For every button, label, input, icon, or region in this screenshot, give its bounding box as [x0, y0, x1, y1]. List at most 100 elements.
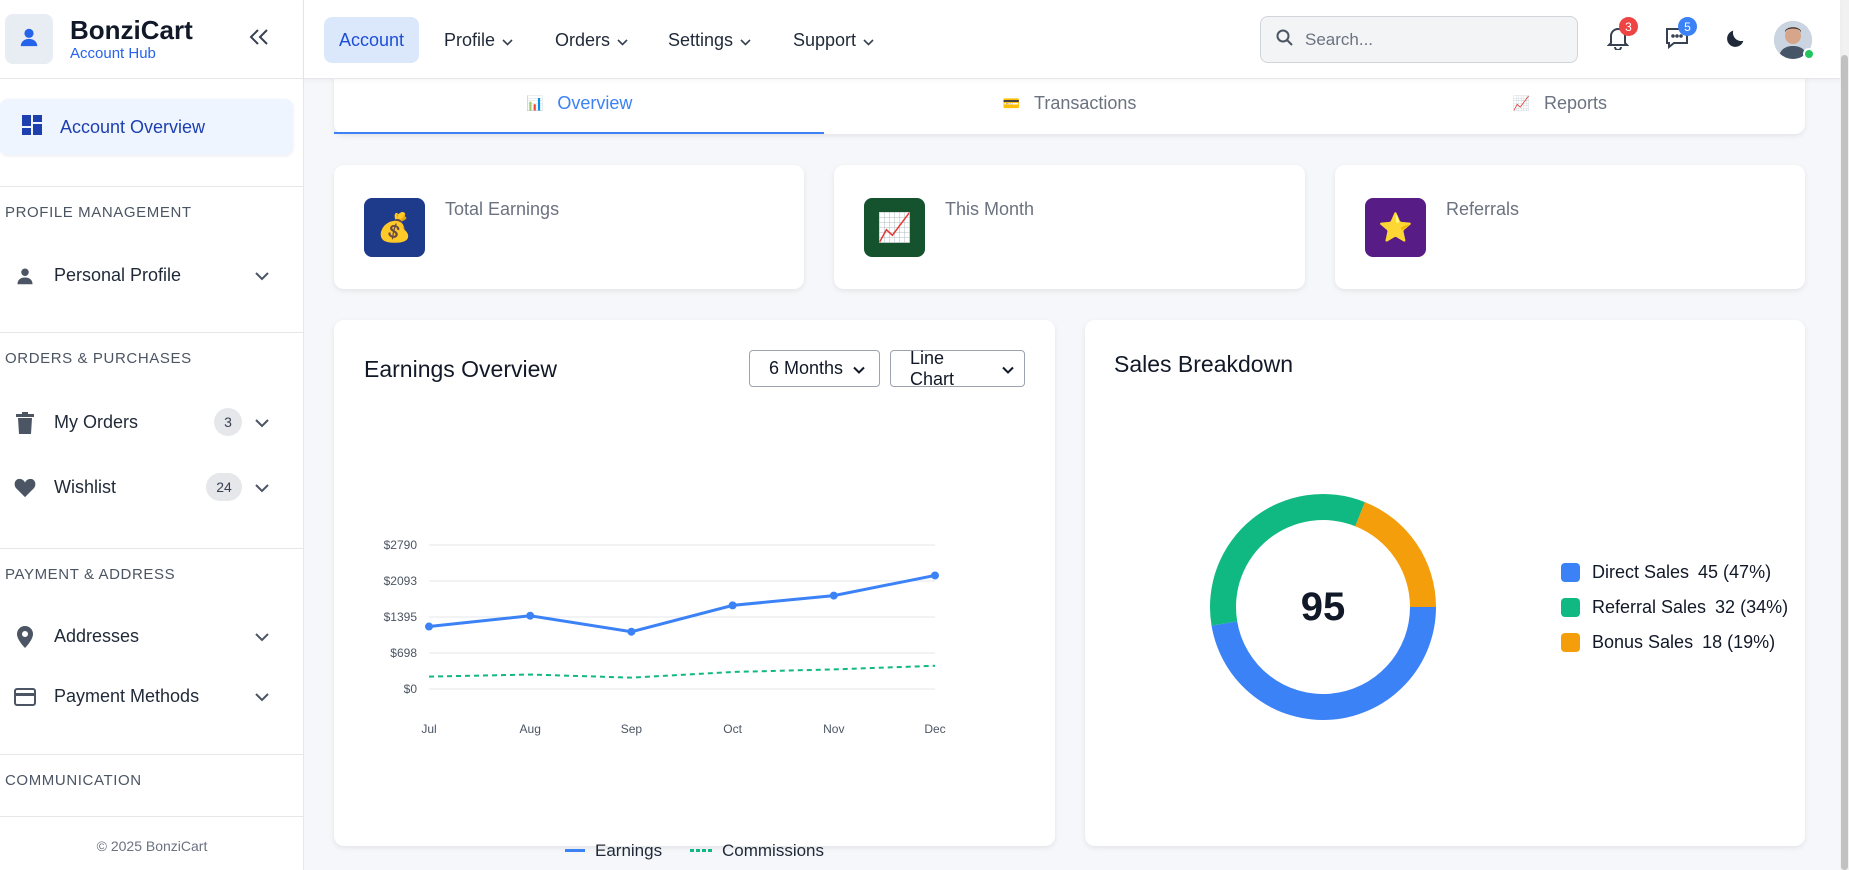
tab-transactions[interactable]: 💳 Transactions	[824, 73, 1314, 134]
bar-chart-icon: 📊	[525, 95, 544, 111]
legend-item-commissions[interactable]: Commissions	[690, 841, 824, 861]
data-point	[526, 611, 535, 620]
chevron-down-icon	[255, 629, 269, 647]
divider	[0, 332, 304, 333]
double-chevron-left-icon	[248, 27, 270, 52]
dark-mode-toggle[interactable]	[1718, 22, 1754, 58]
dashboard-icon	[22, 114, 42, 140]
chevron-down-icon	[255, 689, 269, 707]
donut-legend-bonus[interactable]: Bonus Sales 18 (19%)	[1561, 632, 1775, 653]
count-badge: 24	[206, 473, 242, 501]
stat-label: Total Earnings	[445, 199, 560, 219]
legend-label: Earnings	[595, 841, 663, 860]
divider	[0, 754, 304, 755]
count-badge: 3	[214, 408, 242, 436]
series-line-earnings	[428, 573, 936, 634]
heart-icon	[14, 477, 36, 499]
credit-card-icon: 💳	[1002, 95, 1021, 111]
online-status-dot	[1803, 48, 1815, 60]
legend-value: 32 (34%)	[1715, 597, 1789, 617]
data-point	[728, 601, 737, 610]
sidebar-item-label: Payment Methods	[54, 685, 200, 706]
tab-label: Transactions	[1034, 93, 1137, 113]
notifications-button[interactable]: 3	[1600, 17, 1638, 58]
trend-chart-icon: 📈	[1512, 95, 1531, 111]
divider	[0, 548, 304, 549]
menu-label: Settings	[668, 29, 734, 50]
sidebar: BonziCart Account Hub Account Overview P…	[0, 0, 304, 870]
trend-chart-icon: 📈	[864, 198, 925, 257]
chevron-down-icon	[255, 268, 269, 286]
donut-legend-referral[interactable]: Referral Sales 32 (34%)	[1561, 597, 1788, 618]
section-title-profile: PROFILE MANAGEMENT	[5, 204, 192, 221]
sidebar-item-addresses[interactable]: Addresses	[0, 616, 304, 656]
legend-label: Referral Sales	[1592, 597, 1707, 617]
legend-value: 18 (19%)	[1702, 632, 1776, 652]
legend-swatch	[1561, 633, 1580, 652]
chart-type-select[interactable]: Line Chart	[890, 348, 1025, 389]
sidebar-item-personal-profile[interactable]: Personal Profile	[0, 255, 304, 295]
messages-button[interactable]: 5	[1659, 17, 1697, 58]
notifications-count-badge: 3	[1619, 17, 1638, 36]
sidebar-item-account-overview[interactable]: Account Overview	[0, 99, 293, 155]
menu-account[interactable]: Account	[324, 17, 420, 63]
sidebar-item-label: Wishlist	[54, 476, 116, 497]
sidebar-item-wishlist[interactable]: Wishlist 24	[0, 467, 304, 507]
user-icon	[18, 26, 40, 53]
stat-card-this-month: 📈 This Month	[834, 165, 1305, 289]
y-tick-label: $2790	[384, 538, 418, 552]
sidebar-item-label: Account Overview	[60, 116, 206, 137]
brand-header: BonziCart Account Hub	[0, 0, 303, 79]
search-input[interactable]	[1305, 29, 1555, 50]
x-tick-label: Jul	[421, 722, 436, 736]
menu-settings[interactable]: Settings	[668, 17, 751, 63]
content-tabs: 📊 Overview 💳 Transactions 📈 Reports	[334, 73, 1805, 134]
sidebar-item-my-orders[interactable]: My Orders 3	[0, 402, 304, 442]
legend-label: Commissions	[722, 841, 825, 860]
legend-value: 45 (47%)	[1698, 562, 1772, 582]
brand-logo[interactable]	[5, 14, 53, 64]
chevron-down-icon	[740, 30, 751, 51]
section-title-payment: PAYMENT & ADDRESS	[5, 566, 176, 583]
collapse-sidebar-button[interactable]	[244, 24, 274, 54]
sales-donut-chart: 95	[1210, 494, 1436, 720]
footer-copyright: © 2025 BonziCart	[96, 838, 208, 854]
legend-line-swatch	[565, 849, 585, 852]
legend-item-earnings[interactable]: Earnings	[565, 841, 662, 861]
sidebar-item-payment-methods[interactable]: Payment Methods	[0, 676, 304, 716]
tab-label: Overview	[557, 93, 633, 113]
legend-label: Bonus Sales	[1592, 632, 1694, 652]
scrollbar-thumb[interactable]	[1841, 55, 1848, 870]
sidebar-item-label: Personal Profile	[54, 264, 182, 285]
tab-overview[interactable]: 📊 Overview	[334, 73, 825, 134]
data-point	[627, 627, 636, 636]
section-title-orders: ORDERS & PURCHASES	[5, 350, 192, 367]
donut-legend-direct[interactable]: Direct Sales 45 (47%)	[1561, 562, 1771, 583]
chevron-down-icon	[255, 480, 269, 498]
stat-label: This Month	[945, 199, 1035, 219]
series-line-commissions	[428, 664, 936, 679]
menu-label: Support	[793, 29, 857, 50]
menu-label: Profile	[444, 29, 496, 50]
page-scrollbar[interactable]	[1840, 0, 1849, 870]
donut-slice-bonus-sales[interactable]	[1355, 502, 1436, 607]
y-tick-label: $1395	[384, 610, 418, 624]
range-select[interactable]: 6 Months	[749, 350, 880, 387]
messages-count-badge: 5	[1678, 17, 1697, 36]
chevron-down-icon	[863, 30, 874, 51]
tab-label: Reports	[1544, 93, 1608, 113]
brand-subtitle: Account Hub	[70, 45, 156, 62]
x-tick-label: Dec	[924, 722, 945, 736]
stat-label: Referrals	[1446, 199, 1520, 219]
moon-icon	[1725, 27, 1747, 54]
menu-orders[interactable]: Orders	[555, 17, 628, 63]
person-icon	[14, 265, 36, 287]
legend-label: Direct Sales	[1592, 562, 1690, 582]
menu-support[interactable]: Support	[793, 17, 874, 63]
tab-reports[interactable]: 📈 Reports	[1315, 73, 1805, 134]
donut-center-total: 95	[1301, 585, 1346, 629]
menu-profile[interactable]: Profile	[444, 17, 513, 63]
chevron-down-icon	[617, 30, 628, 51]
sidebar-item-label: My Orders	[54, 411, 139, 432]
stat-card-referrals: ⭐ Referrals	[1335, 165, 1805, 289]
